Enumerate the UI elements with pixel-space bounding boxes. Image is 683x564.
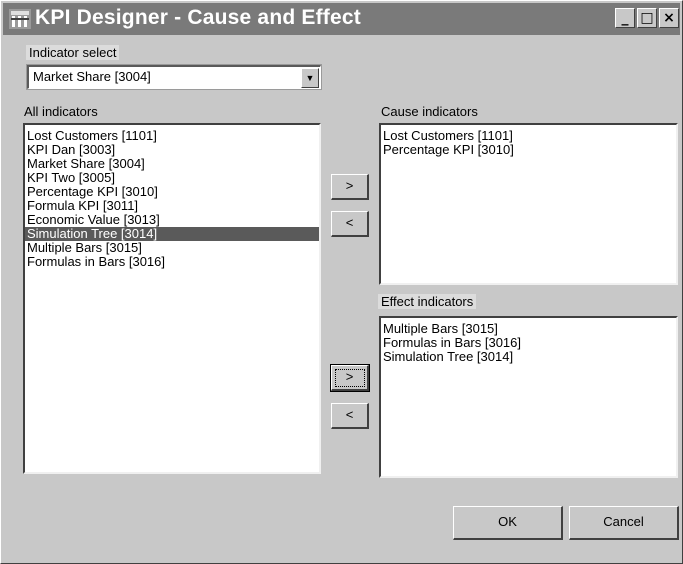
list-item[interactable]: Lost Customers [1101] bbox=[381, 129, 676, 143]
effect-indicators-label: Effect indicators bbox=[378, 294, 477, 309]
cancel-button[interactable]: Cancel bbox=[569, 506, 679, 540]
list-item[interactable]: Economic Value [3013] bbox=[25, 213, 319, 227]
effect-indicators-list[interactable]: Multiple Bars [3015] Formulas in Bars [30… bbox=[379, 316, 678, 478]
chevron-down-icon[interactable]: ▼ bbox=[301, 68, 319, 88]
list-item[interactable]: Lost Customers [1101] bbox=[25, 129, 319, 143]
list-item[interactable]: Multiple Bars [3015] bbox=[25, 241, 319, 255]
app-icon bbox=[9, 9, 31, 29]
indicator-select-dropdown[interactable]: Market Share [3004] ▼ bbox=[26, 64, 322, 90]
window-title: KPI Designer - Cause and Effect bbox=[35, 6, 361, 29]
close-button[interactable]: × bbox=[659, 8, 679, 28]
kpi-designer-window: KPI Designer - Cause and Effect _ □ × In… bbox=[0, 0, 683, 564]
list-item[interactable]: Formulas in Bars [3016] bbox=[25, 255, 319, 269]
add-effect-button[interactable]: > bbox=[331, 365, 369, 391]
list-item[interactable]: Formulas in Bars [3016] bbox=[381, 336, 676, 350]
list-item[interactable]: Percentage KPI [3010] bbox=[381, 143, 676, 157]
add-cause-button[interactable]: > bbox=[331, 174, 369, 200]
all-indicators-list[interactable]: Lost Customers [1101] KPI Dan [3003] Marke… bbox=[23, 123, 321, 474]
minimize-button[interactable]: _ bbox=[615, 8, 635, 28]
indicator-select-label: Indicator select bbox=[26, 45, 120, 60]
list-item[interactable]: Multiple Bars [3015] bbox=[381, 322, 676, 336]
list-item[interactable]: Simulation Tree [3014] bbox=[381, 350, 676, 364]
cause-indicators-label: Cause indicators bbox=[381, 104, 478, 119]
maximize-button[interactable]: □ bbox=[637, 8, 657, 28]
list-item[interactable]: Simulation Tree [3014] bbox=[25, 227, 319, 241]
indicator-select-value: Market Share [3004] bbox=[33, 69, 151, 84]
list-item[interactable]: Market Share [3004] bbox=[25, 157, 319, 171]
list-item[interactable]: KPI Dan [3003] bbox=[25, 143, 319, 157]
remove-effect-button[interactable]: < bbox=[331, 403, 369, 429]
title-bar[interactable]: KPI Designer - Cause and Effect _ □ × bbox=[3, 3, 680, 35]
ok-button[interactable]: OK bbox=[453, 506, 563, 540]
remove-cause-button[interactable]: < bbox=[331, 211, 369, 237]
list-item[interactable]: Formula KPI [3011] bbox=[25, 199, 319, 213]
all-indicators-label: All indicators bbox=[24, 104, 98, 119]
cause-indicators-list[interactable]: Lost Customers [1101] Percentage KPI [301… bbox=[379, 123, 678, 285]
list-item[interactable]: KPI Two [3005] bbox=[25, 171, 319, 185]
list-item[interactable]: Percentage KPI [3010] bbox=[25, 185, 319, 199]
